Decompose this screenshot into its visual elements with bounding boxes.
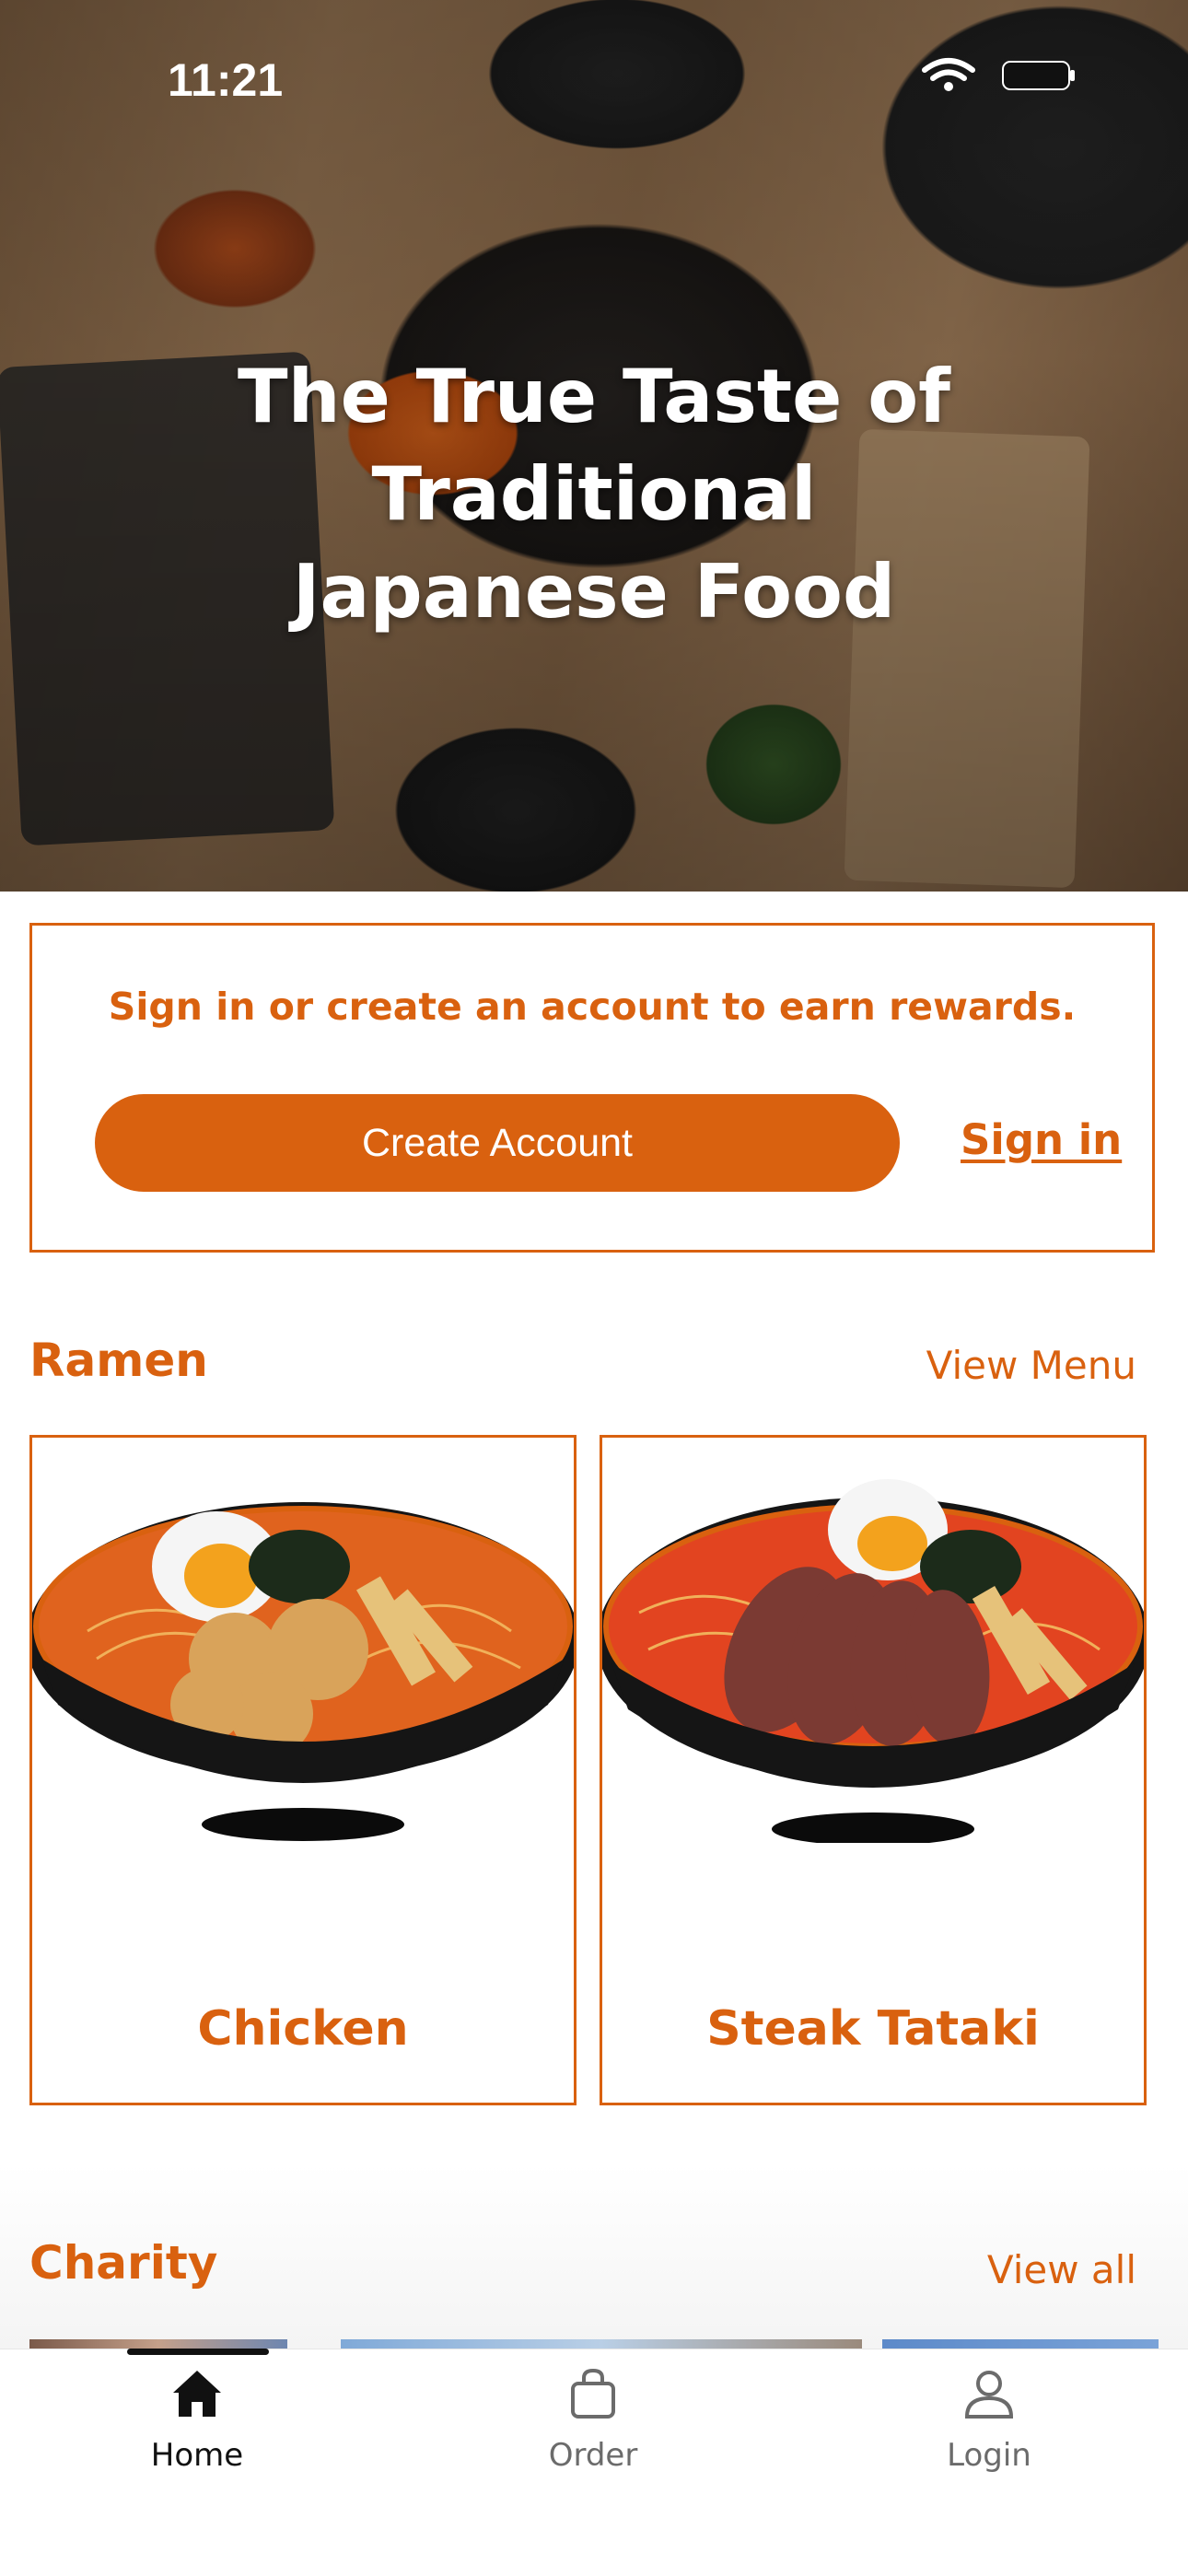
home-icon bbox=[173, 2371, 221, 2417]
create-account-button[interactable]: Create Account bbox=[95, 1094, 900, 1192]
bag-icon bbox=[571, 2368, 615, 2419]
status-icons bbox=[921, 57, 1087, 94]
person-icon bbox=[964, 2371, 1014, 2419]
view-menu-link[interactable]: View Menu bbox=[926, 1343, 1136, 1388]
view-all-link[interactable]: View all bbox=[987, 2247, 1136, 2292]
rewards-card: Sign in or create an account to earn rew… bbox=[29, 923, 1155, 1253]
tab-home-label: Home bbox=[150, 2437, 244, 2474]
hero-title: The True Taste of Traditional Japanese F… bbox=[37, 348, 1151, 641]
ramen-name-steak-tataki: Steak Tataki bbox=[706, 2001, 1040, 2057]
hero-title-line-1: The True Taste of Traditional bbox=[238, 354, 950, 537]
ramen-section-title: Ramen bbox=[29, 1334, 208, 1387]
tab-order-label: Order bbox=[548, 2437, 638, 2474]
tab-login[interactable]: Login bbox=[879, 2367, 1100, 2496]
ramen-name-chicken: Chicken bbox=[197, 2001, 409, 2057]
tab-home[interactable]: Home bbox=[87, 2367, 308, 2496]
ramen-card-chicken[interactable]: Chicken bbox=[29, 1435, 577, 2105]
ramen-card-steak-tataki[interactable]: Steak Tataki bbox=[600, 1435, 1147, 2105]
ramen-bowl-image bbox=[32, 1502, 574, 1841]
hero-banner: 11:21 The True Taste of Traditional Japa… bbox=[0, 0, 1188, 892]
tab-login-label: Login bbox=[947, 2437, 1031, 2474]
wifi-icon bbox=[922, 58, 975, 91]
charity-section-title: Charity bbox=[29, 2236, 218, 2290]
hero-title-line-2: Japanese Food bbox=[292, 549, 896, 635]
rewards-message: Sign in or create an account to earn rew… bbox=[108, 985, 1077, 1029]
active-tab-indicator bbox=[127, 2349, 269, 2355]
sign-in-link[interactable]: Sign in bbox=[961, 1115, 1122, 1164]
status-time: 11:21 bbox=[168, 54, 284, 106]
battery-icon bbox=[1002, 61, 1075, 90]
tab-order[interactable]: Order bbox=[483, 2367, 704, 2496]
ramen-bowl-image bbox=[602, 1479, 1144, 1843]
